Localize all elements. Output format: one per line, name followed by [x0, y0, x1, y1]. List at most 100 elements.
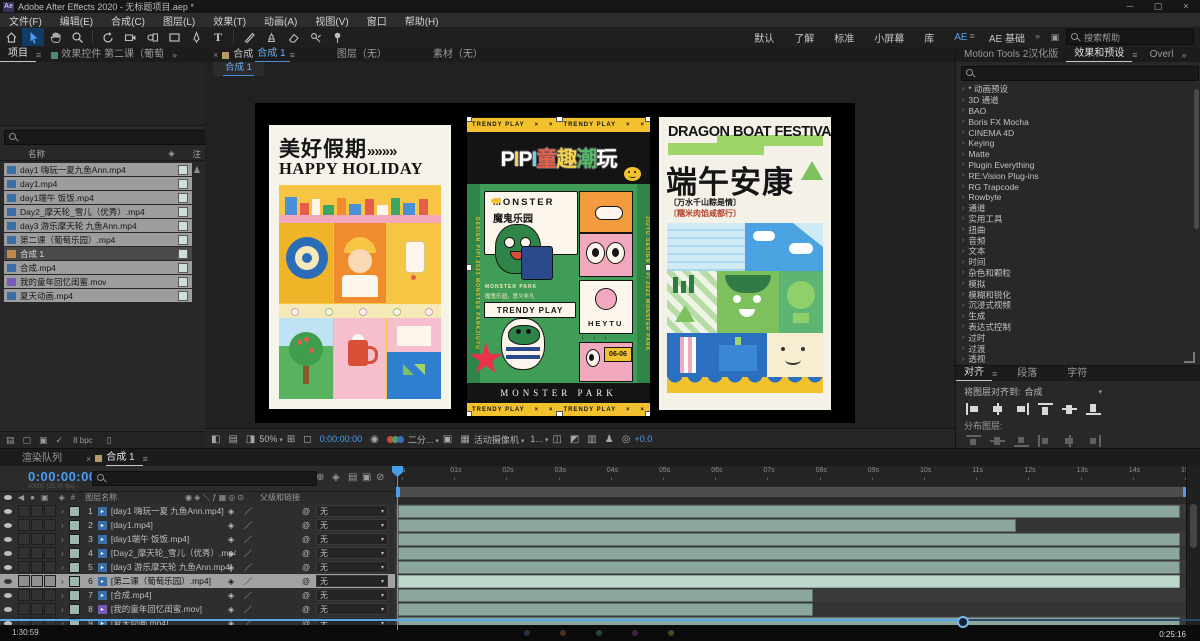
maximize-button[interactable]: ▢ — [1144, 0, 1172, 13]
selection-handle[interactable] — [645, 264, 650, 271]
project-item-row[interactable]: day1 嗨玩一夏九鱼Ann.mp4 — [4, 163, 192, 176]
layer-switch-cell[interactable] — [31, 575, 43, 587]
effects-category-row[interactable]: › 时间 — [956, 257, 1194, 268]
view-layout-dropdown[interactable]: 1... ▾ — [530, 434, 548, 444]
parent-link-column[interactable]: 父级和链接 — [260, 492, 300, 503]
draft-3d-icon[interactable]: ◈ — [332, 472, 340, 483]
project-item-note-box[interactable] — [178, 220, 188, 231]
layer-quality-slash-icon[interactable]: ／ — [244, 590, 252, 601]
project-item-row[interactable]: 第二课（葡萄乐园）.mp4 — [4, 233, 192, 246]
roto-brush-tool-icon[interactable] — [304, 28, 326, 46]
twirl-icon[interactable]: › — [962, 161, 964, 168]
layer-quality-slash-icon[interactable]: ／ — [244, 520, 252, 531]
project-tag-column-icon[interactable]: ◈ — [168, 149, 174, 158]
project-tab-overflow-icon[interactable]: » — [172, 50, 181, 62]
distribute-bottom-button[interactable] — [1014, 435, 1029, 447]
project-flowchart-icon[interactable]: ♟ — [193, 165, 201, 176]
effects-category-row[interactable]: › 生成 — [956, 311, 1194, 322]
mask-toggle-icon[interactable]: ◻ — [303, 434, 311, 445]
layer-label-swatch[interactable] — [68, 505, 80, 517]
tab-effects-presets[interactable]: 效果和预设 — [1066, 44, 1133, 62]
layer-switch-cell[interactable] — [44, 561, 56, 573]
distribute-right-button[interactable] — [1086, 435, 1101, 447]
layer-quality-icon[interactable]: ◈ — [228, 591, 234, 600]
menu-item-3[interactable]: 图层(L) — [154, 13, 204, 28]
timeline-search-input[interactable] — [92, 471, 317, 486]
layer-switch-cell[interactable] — [31, 589, 43, 601]
parent-pickwhip-icon[interactable]: @ — [302, 563, 310, 572]
layer-quality-icon[interactable]: ◈ — [228, 563, 234, 572]
layer-name-column[interactable]: 图层名称 — [85, 492, 117, 503]
selection-handle[interactable] — [556, 117, 563, 122]
number-column[interactable]: # — [71, 493, 75, 502]
fx-panel-menu-icon[interactable]: ≡ — [1132, 50, 1141, 62]
tab-overlord[interactable]: Overl — [1142, 49, 1182, 62]
project-item-note-box[interactable] — [178, 290, 188, 301]
effects-category-row[interactable]: › 文本 — [956, 246, 1194, 257]
viewer-sub-tab[interactable]: 合成 1 — [213, 62, 264, 76]
always-preview-icon[interactable]: ◧ — [211, 434, 220, 445]
workspace-menu-icon[interactable]: ≡ — [970, 31, 979, 43]
workspace-item-1[interactable]: 了解 — [784, 30, 824, 45]
layer-switch-cell[interactable] — [18, 575, 30, 587]
timeline-layer-row[interactable]: › 7 ▸ [合成.mp4] ◈ ／ @ 无 ▾ — [0, 588, 395, 602]
effects-category-row[interactable]: › 杂色和颗粒 — [956, 268, 1194, 279]
layer-quality-icon[interactable]: ◈ — [228, 535, 234, 544]
project-search-input[interactable] — [4, 130, 207, 145]
layer-label-swatch[interactable] — [68, 561, 80, 573]
timeline-tab-close-icon[interactable]: × — [86, 454, 95, 466]
parent-pickwhip-icon[interactable]: @ — [302, 605, 310, 614]
effects-category-row[interactable]: › 模拟 — [956, 278, 1194, 289]
project-panel-menu-icon[interactable]: ≡ — [36, 50, 45, 62]
menu-item-6[interactable]: 视图(V) — [306, 13, 357, 28]
magnification-dropdown[interactable]: 50% ▾ — [259, 434, 283, 444]
timeline-vscrollbar[interactable] — [1186, 466, 1200, 630]
text-tool-icon[interactable]: T — [207, 28, 229, 46]
twirl-icon[interactable]: › — [962, 172, 964, 179]
align-right-button[interactable] — [1014, 403, 1029, 415]
layer-parent-dropdown[interactable]: 无 ▾ — [316, 547, 388, 559]
layer-label-swatch[interactable] — [68, 547, 80, 559]
layer-label-swatch[interactable] — [68, 589, 80, 601]
menu-item-8[interactable]: 帮助(H) — [396, 13, 448, 28]
camera-dropdown[interactable]: 活动摄像机 ▾ — [474, 433, 525, 446]
region-of-interest-icon[interactable]: ▣ — [443, 434, 452, 445]
layer-twirl-icon[interactable]: › — [61, 562, 64, 572]
workspace-item-4[interactable]: 库 — [914, 30, 944, 45]
timeline-vscroll-thumb[interactable] — [1190, 504, 1197, 548]
parent-pickwhip-icon[interactable]: @ — [302, 535, 310, 544]
rotation-tool-icon[interactable] — [97, 28, 119, 46]
resolution-dropdown[interactable]: 二分... ▾ — [408, 433, 439, 446]
effects-category-row[interactable]: › 扭曲 — [956, 224, 1194, 235]
layer-switch-cell[interactable] — [18, 533, 30, 545]
layer-quality-slash-icon[interactable]: ／ — [244, 604, 252, 615]
timeline-layer-row[interactable]: › 4 ▸ [Day2_摩天轮_雪儿（优秀）.mp4] ◈ ／ @ 无 ▾ — [0, 546, 395, 560]
layer-label-swatch[interactable] — [68, 519, 80, 531]
composition-mini-flowchart-icon[interactable]: ⊕ — [316, 472, 324, 483]
layer-switch-cell[interactable] — [44, 533, 56, 545]
project-item-note-box[interactable] — [178, 262, 188, 273]
sync-settings-icon[interactable]: ▣ — [1044, 28, 1066, 46]
timeline-current-time[interactable]: 0:00:00:00 — [28, 469, 97, 484]
effects-category-row[interactable]: › 实用工具 — [956, 214, 1194, 225]
layer-switch-cell[interactable] — [31, 519, 43, 531]
twirl-icon[interactable]: › — [962, 215, 964, 222]
player-scrub-knob[interactable] — [957, 616, 969, 628]
effects-category-row[interactable]: › 3D 通道 — [956, 95, 1194, 106]
layer-switch-cell[interactable] — [18, 547, 30, 559]
effects-category-row[interactable]: › BAO — [956, 106, 1194, 117]
project-item-note-box[interactable] — [178, 192, 188, 203]
flowchart-icon[interactable]: ♟ — [605, 434, 614, 445]
layer-name[interactable]: [day1 嗨玩一夏 九鱼Ann.mp4] — [111, 505, 224, 517]
tab-timeline-comp[interactable]: 合成 1 — [106, 448, 143, 466]
parent-pickwhip-icon[interactable]: @ — [302, 549, 310, 558]
twirl-icon[interactable]: › — [962, 248, 964, 255]
project-item-note-box[interactable] — [178, 276, 188, 287]
twirl-icon[interactable]: › — [962, 313, 964, 320]
twirl-icon[interactable]: › — [962, 291, 964, 298]
transparency-grid-icon[interactable]: ▦ — [460, 434, 469, 445]
layer-quality-slash-icon[interactable]: ／ — [244, 548, 252, 559]
align-to-caret-icon[interactable]: ▾ — [1099, 388, 1103, 396]
effects-category-row[interactable]: › 音频 — [956, 235, 1194, 246]
effects-category-row[interactable]: › Plugin Everything — [956, 160, 1194, 171]
